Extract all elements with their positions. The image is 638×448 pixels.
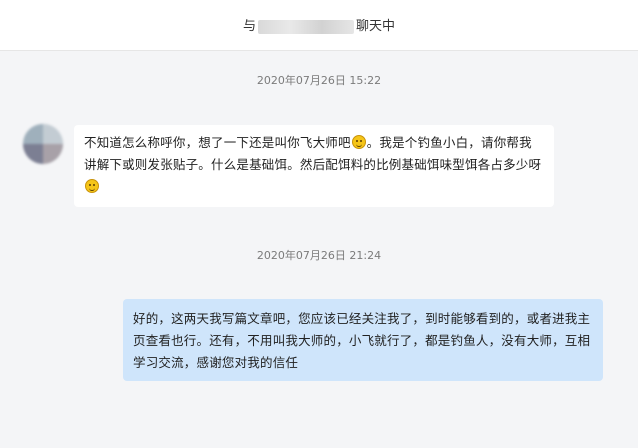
incoming-message-bubble: 不知道怎么称呼你，想了一下还是叫你飞大师吧 。我是个钓鱼小白，请你帮我讲解下或则发… (74, 125, 554, 207)
outgoing-message-bubble: 好的，这两天我写篇文章吧，您应该已经关注我了，到时能够看到的，或者进我主页查看也… (123, 299, 603, 381)
grin-emoji-icon (85, 179, 99, 193)
message-timestamp: 2020年07月26日 15:22 (256, 74, 382, 87)
message-text: 好的，这两天我写篇文章吧，您应该已经关注我了，到时能够看到的，或者进我主页查看也… (133, 311, 591, 370)
redacted-username (258, 19, 354, 34)
chat-header: 与 聊天中 (0, 0, 638, 51)
chat-title-prefix: 与 (242, 19, 256, 34)
message-timestamp: 2020年07月26日 21:24 (256, 249, 382, 262)
message-text: 不知道怎么称呼你，想了一下还是叫你飞大师吧 (84, 135, 351, 150)
chat-title: 与 聊天中 (0, 15, 638, 34)
user-avatar-icon[interactable] (23, 124, 63, 164)
smile-emoji-icon (351, 135, 366, 149)
chat-title-suffix: 聊天中 (356, 19, 396, 34)
